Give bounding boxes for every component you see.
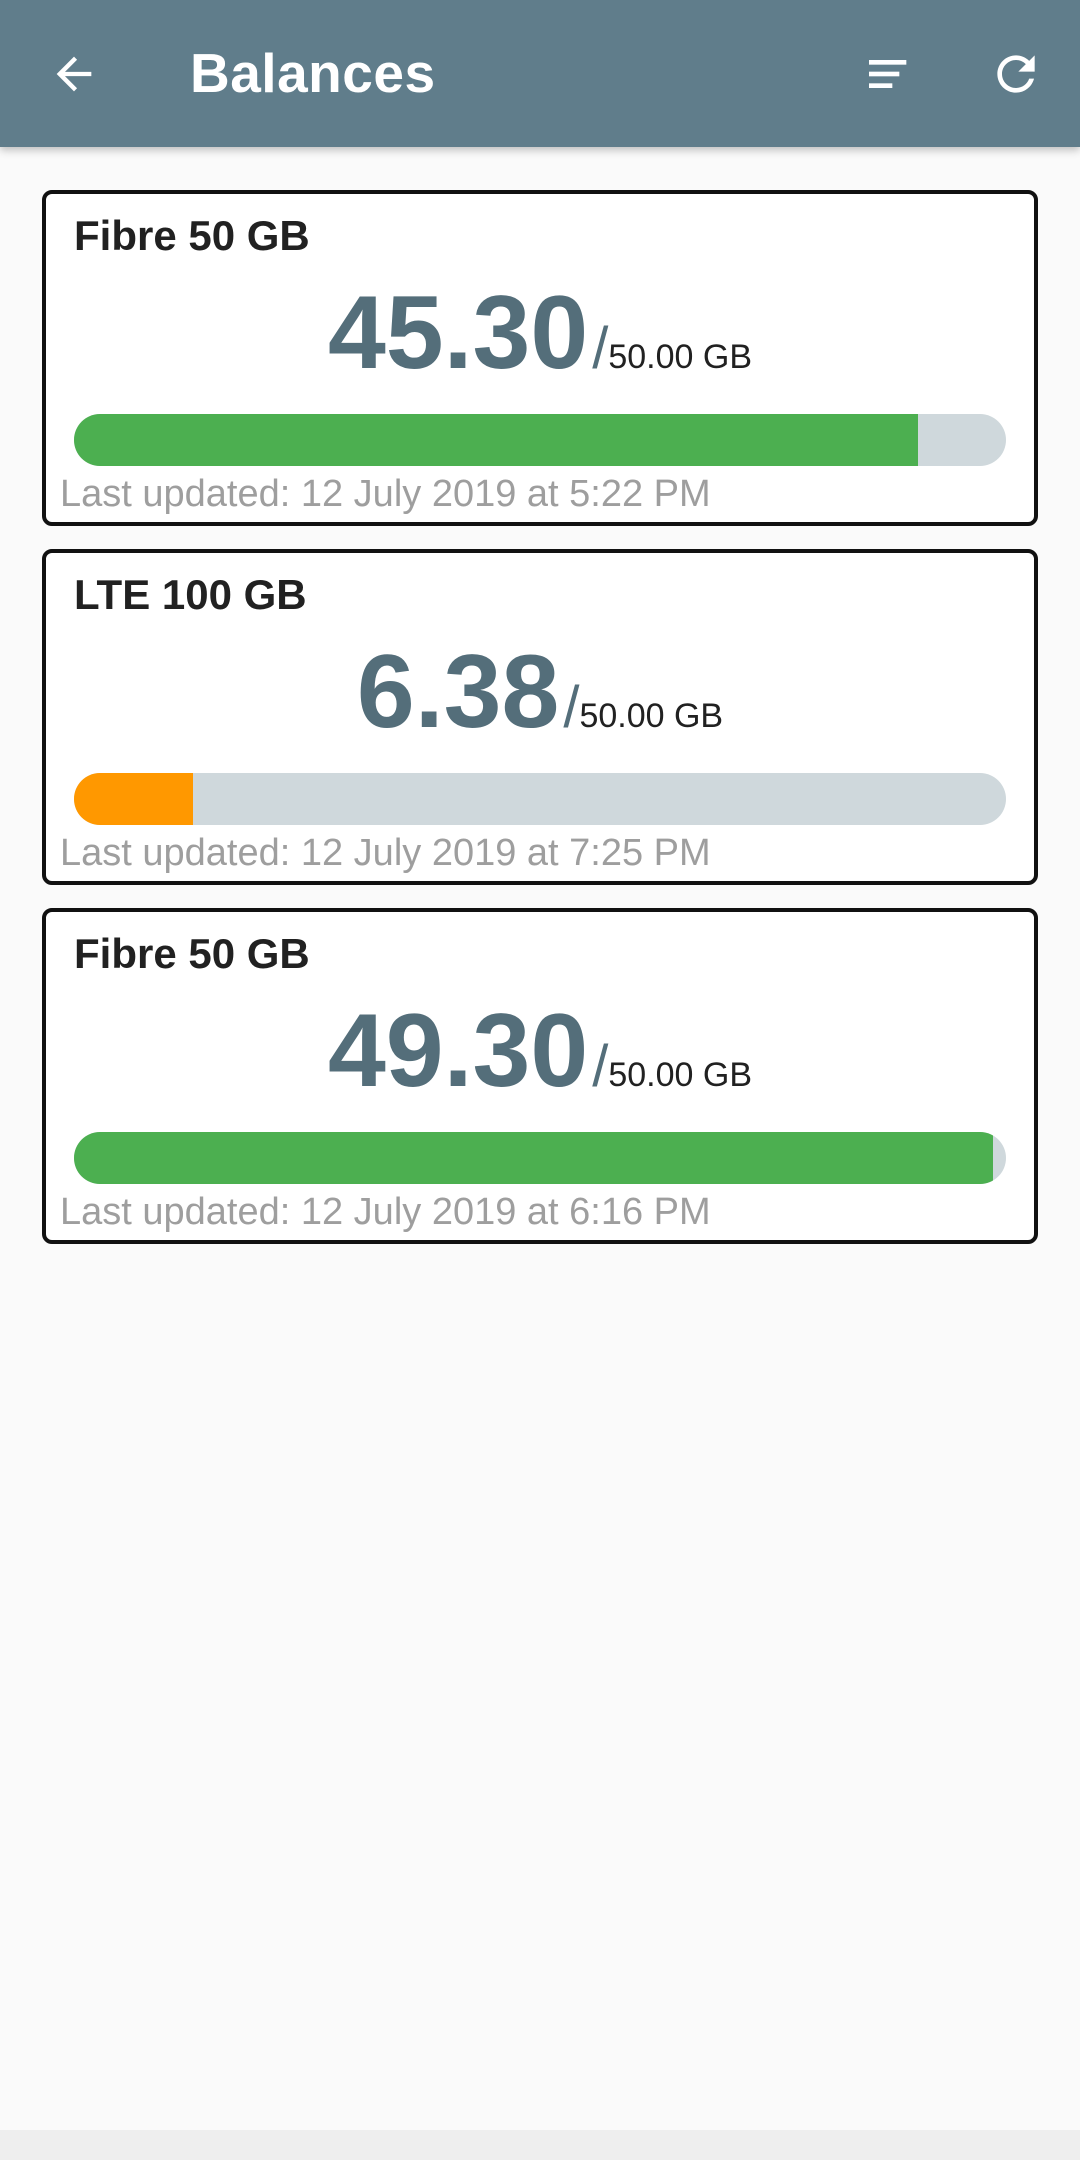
usage-slash: / bbox=[592, 316, 609, 381]
last-updated-text: Last updated: 12 July 2019 at 7:25 PM bbox=[60, 832, 711, 874]
usage-progress-fill bbox=[74, 773, 193, 825]
page-title: Balances bbox=[190, 42, 436, 104]
usage-progress-track bbox=[74, 1132, 1006, 1184]
usage-progress-fill bbox=[74, 414, 919, 466]
refresh-button[interactable] bbox=[972, 30, 1060, 118]
usage-total: 50.00 GB bbox=[579, 697, 724, 735]
usage-amount: 6.38 bbox=[356, 634, 560, 750]
back-button[interactable] bbox=[30, 30, 118, 118]
last-updated-text: Last updated: 12 July 2019 at 6:16 PM bbox=[60, 1191, 711, 1233]
usage-progress-fill bbox=[74, 1132, 993, 1184]
sort-button[interactable] bbox=[846, 30, 934, 118]
usage-progress-track bbox=[74, 414, 1006, 466]
package-name: Fibre 50 GB bbox=[74, 930, 310, 977]
usage-slash: / bbox=[592, 1034, 609, 1099]
usage-amount: 45.30 bbox=[327, 275, 589, 391]
last-updated-text: Last updated: 12 July 2019 at 5:22 PM bbox=[60, 473, 711, 515]
package-name: LTE 100 GB bbox=[74, 571, 307, 618]
usage-amount: 49.30 bbox=[327, 993, 589, 1109]
balance-card[interactable]: Fibre 50 GB 49.30/50.00 GB Last updated:… bbox=[42, 908, 1038, 1244]
bottom-edge bbox=[0, 2130, 1080, 2160]
balance-card[interactable]: Fibre 50 GB 45.30/50.00 GB Last updated:… bbox=[42, 190, 1038, 526]
usage-total: 50.00 GB bbox=[608, 338, 753, 376]
refresh-icon bbox=[997, 55, 1035, 93]
balance-card[interactable]: LTE 100 GB 6.38/50.00 GB Last updated: 1… bbox=[42, 549, 1038, 885]
back-arrow-icon bbox=[56, 56, 92, 92]
usage-slash: / bbox=[563, 675, 580, 740]
balance-list: Fibre 50 GB 45.30/50.00 GB Last updated:… bbox=[42, 190, 1038, 1267]
usage-readout: 6.38/50.00 GB bbox=[46, 639, 1034, 745]
usage-total: 50.00 GB bbox=[608, 1056, 753, 1094]
sort-icon bbox=[869, 60, 907, 88]
usage-readout: 49.30/50.00 GB bbox=[46, 998, 1034, 1104]
app-bar: Balances bbox=[0, 0, 1080, 147]
usage-progress-track bbox=[74, 773, 1006, 825]
package-name: Fibre 50 GB bbox=[74, 212, 310, 259]
usage-readout: 45.30/50.00 GB bbox=[46, 280, 1034, 386]
